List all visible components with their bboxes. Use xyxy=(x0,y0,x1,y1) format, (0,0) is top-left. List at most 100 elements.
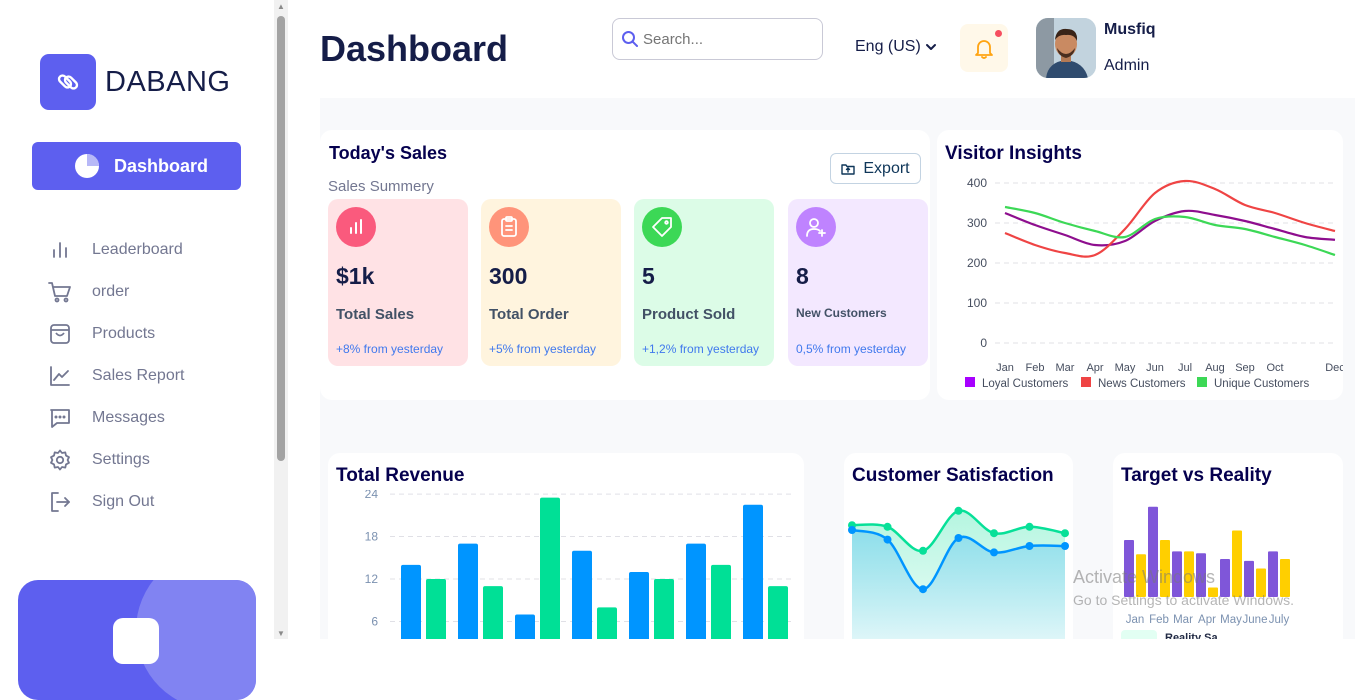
satisfaction-point[interactable] xyxy=(954,506,963,515)
satisfaction-point[interactable] xyxy=(883,522,892,531)
export-icon xyxy=(841,163,856,175)
revenue-bar[interactable] xyxy=(597,607,617,639)
revenue-bar[interactable] xyxy=(515,614,535,639)
chevron-down-icon xyxy=(925,44,936,50)
y-tick-label: 0 xyxy=(980,336,987,350)
y-tick-label: 300 xyxy=(967,216,987,230)
legend-label: Loyal Customers xyxy=(982,378,1069,390)
satisfaction-point[interactable] xyxy=(919,585,927,594)
language-select[interactable]: Eng (US) xyxy=(855,38,937,56)
revenue-bar[interactable] xyxy=(572,550,592,639)
gear-icon xyxy=(48,448,72,472)
satisfaction-point[interactable] xyxy=(990,529,998,538)
y-tick-label: 24 xyxy=(365,490,379,501)
x-tick-label: Jan xyxy=(996,362,1014,374)
page-title: Dashboard xyxy=(320,28,509,69)
x-tick-label: Jan xyxy=(1126,614,1145,626)
message-icon xyxy=(48,406,72,430)
stat-card-total-sales[interactable]: $1k Total Sales +8% from yesterday xyxy=(328,199,468,366)
stat-value: 5 xyxy=(642,263,655,289)
y-tick-label: 200 xyxy=(967,256,987,270)
bar-chart-icon xyxy=(336,207,376,247)
revenue-bar[interactable] xyxy=(629,571,649,639)
revenue-bar[interactable] xyxy=(426,579,446,639)
sidebar-item-label: Messages xyxy=(92,409,165,426)
legend-swatch xyxy=(1197,377,1207,387)
notification-button[interactable] xyxy=(960,24,1008,72)
sidebar-item-sales-report[interactable]: Sales Report xyxy=(48,362,248,390)
bell-icon xyxy=(975,40,993,59)
export-button[interactable]: Export xyxy=(830,153,921,184)
x-tick-label: Jul xyxy=(1178,362,1192,374)
y-tick-label: 12 xyxy=(365,572,379,586)
x-tick-label: Oct xyxy=(1266,362,1283,374)
satisfaction-point[interactable] xyxy=(954,534,963,542)
stat-card-product-sold[interactable]: 5 Product Sold +1,2% from yesterday xyxy=(634,199,774,366)
sidebar: DABANG Dashboard Leaderboard order Produ… xyxy=(0,0,274,700)
x-tick-label: May xyxy=(1115,362,1136,374)
todays-sales-subtitle: Sales Summery xyxy=(328,178,434,195)
search-box[interactable] xyxy=(612,18,823,60)
target-bar[interactable] xyxy=(1232,530,1242,598)
windows-watermark-title: Activate Windows xyxy=(1073,567,1216,587)
sidebar-item-settings[interactable]: Settings xyxy=(48,446,248,474)
satisfaction-point[interactable] xyxy=(1025,542,1034,550)
notification-dot xyxy=(995,30,1002,37)
sidebar-item-leaderboard[interactable]: Leaderboard xyxy=(48,236,248,264)
avatar[interactable] xyxy=(1036,18,1096,78)
user-name: Musfiq xyxy=(1104,21,1156,38)
satisfaction-point[interactable] xyxy=(848,526,856,534)
x-tick-label: Mar xyxy=(1173,614,1193,626)
satisfaction-point[interactable] xyxy=(1025,522,1034,531)
revenue-bar[interactable] xyxy=(743,504,763,639)
scroll-down-icon[interactable]: ▼ xyxy=(277,630,285,638)
target-vs-reality-chart: Jan Feb Mar Apr May June July Reality Sa xyxy=(1121,506,1290,639)
satisfaction-point[interactable] xyxy=(990,548,998,557)
x-tick-label: Apr xyxy=(1086,362,1103,374)
customer-satisfaction-title: Customer Satisfaction xyxy=(852,465,1054,486)
sidebar-item-label: Sign Out xyxy=(92,493,155,510)
y-tick-label: 18 xyxy=(365,530,379,544)
legend-label: Reality Sa xyxy=(1165,632,1218,639)
legend-swatch xyxy=(965,377,975,387)
x-tick-label: Sep xyxy=(1235,362,1255,374)
revenue-bar[interactable] xyxy=(458,543,478,639)
revenue-bar[interactable] xyxy=(654,579,674,639)
stat-card-new-customers[interactable]: 8 New Customers 0,5% from yesterday xyxy=(788,199,928,366)
satisfaction-point[interactable] xyxy=(1061,529,1069,538)
scroll-up-icon[interactable]: ▲ xyxy=(277,3,285,11)
sidebar-item-sign-out[interactable]: Sign Out xyxy=(48,488,248,516)
sidebar-scrollbar-thumb[interactable] xyxy=(277,16,285,461)
satisfaction-point[interactable] xyxy=(1061,542,1069,550)
total-revenue-chart: 6 12 18 24 xyxy=(365,490,792,639)
sidebar-item-dashboard[interactable]: Dashboard xyxy=(32,142,241,190)
customer-satisfaction-chart xyxy=(848,506,1069,639)
legend-swatch xyxy=(1081,377,1091,387)
sidebar-item-messages[interactable]: Messages xyxy=(48,404,248,432)
stat-label: Total Sales xyxy=(336,306,415,323)
satisfaction-point[interactable] xyxy=(883,535,892,544)
y-tick-label: 100 xyxy=(967,296,987,310)
revenue-bar[interactable] xyxy=(686,543,706,639)
satisfaction-point[interactable] xyxy=(919,546,927,555)
revenue-bar[interactable] xyxy=(483,586,503,639)
revenue-bar[interactable] xyxy=(711,564,731,639)
x-tick-label: Feb xyxy=(1149,614,1169,626)
y-tick-label: 6 xyxy=(371,615,378,629)
legend-icon-box xyxy=(1121,630,1157,639)
target-bar[interactable] xyxy=(1268,551,1278,597)
add-user-icon xyxy=(796,207,836,247)
revenue-bar[interactable] xyxy=(540,497,560,639)
search-input[interactable] xyxy=(643,30,813,48)
x-tick-label: May xyxy=(1220,614,1242,626)
promo-logo-icon xyxy=(113,618,159,664)
x-tick-label: Dec xyxy=(1325,362,1343,374)
sidebar-item-order[interactable]: order xyxy=(48,278,248,306)
user-role: Admin xyxy=(1104,57,1150,74)
x-tick-label: Apr xyxy=(1198,614,1216,626)
revenue-bar[interactable] xyxy=(401,564,421,639)
sidebar-item-products[interactable]: Products xyxy=(48,320,248,348)
sidebar-item-label: Settings xyxy=(92,451,150,468)
stat-card-total-order[interactable]: 300 Total Order +5% from yesterday xyxy=(481,199,621,366)
revenue-bar[interactable] xyxy=(768,586,788,639)
